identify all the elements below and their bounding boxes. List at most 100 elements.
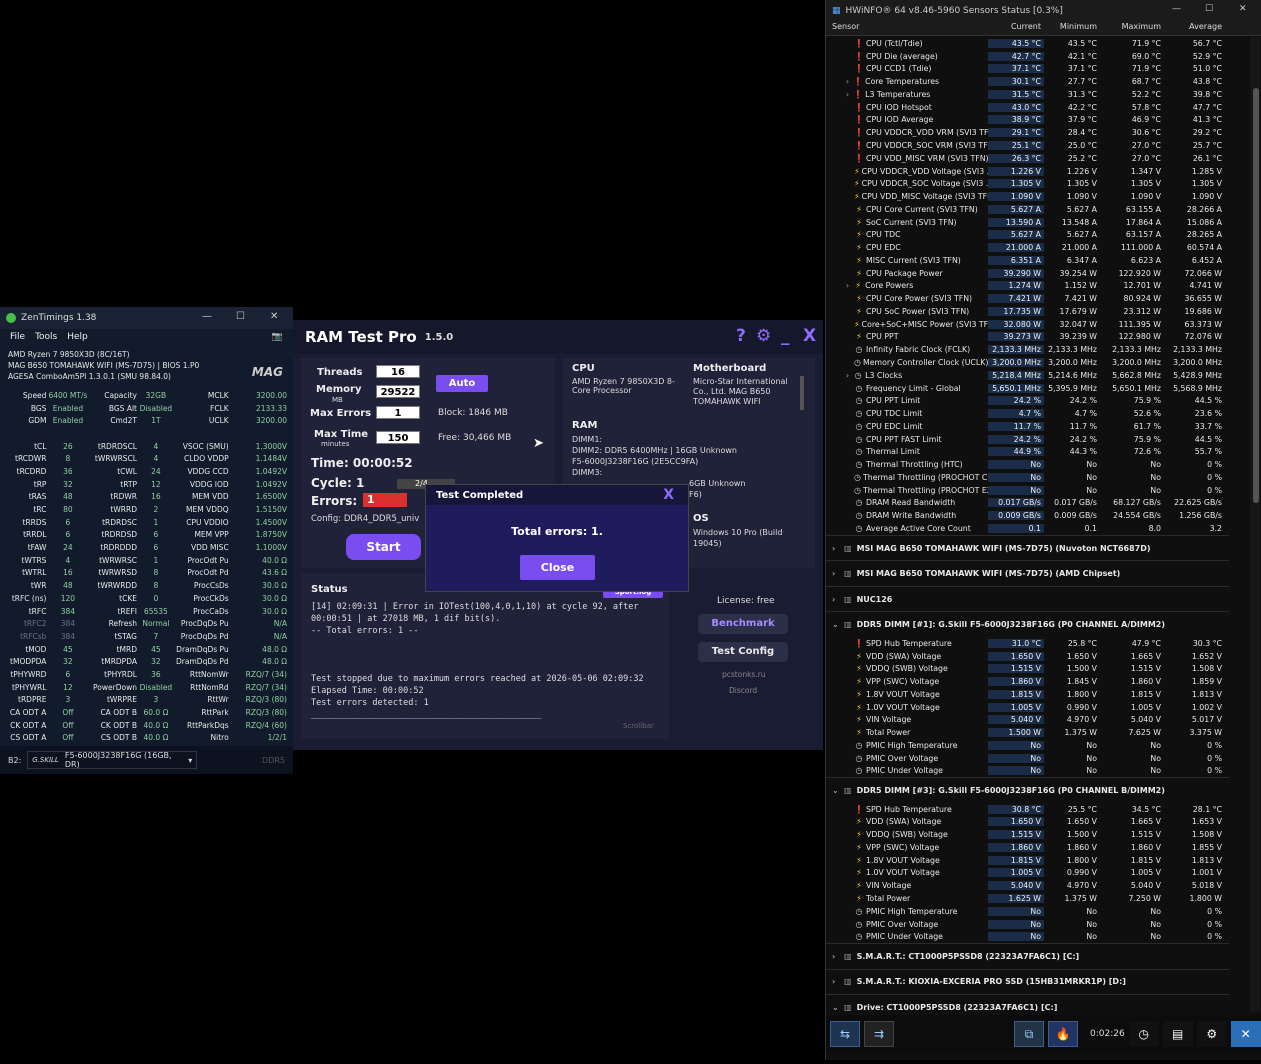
benchmark-button[interactable]: Benchmark (698, 614, 788, 634)
sensor-group[interactable]: › ▥ S.M.A.R.T.: KIOXIA-EXCERIA PRO SSD (15… (826, 968, 1229, 995)
threads-input[interactable]: 16 (376, 365, 420, 378)
col-minimum[interactable]: Minimum (1044, 22, 1100, 35)
sensor-row[interactable]: ◷ DRAM Read Bandwidth 0.017 GB/s 0.017 GB/s… (826, 497, 1229, 510)
sensor-row[interactable]: ⚡ Total Power 1.625 W 1.375 W 7.250 W 1.800 W (826, 892, 1229, 905)
sensor-group[interactable]: › ▥ MSI MAG B650 TOMAHAWK WIFI (MS-7D75) (… (826, 560, 1229, 586)
camera-icon[interactable]: 📷 (272, 332, 283, 342)
col-sensor[interactable]: Sensor (826, 22, 988, 35)
sensor-row[interactable]: ❗ SPD Hub Temperature 31.0 °C 25.8 °C 47.9 °… (826, 637, 1229, 650)
sensor-row[interactable]: › ⚡ Core Powers 1.274 W 1.152 W 12.701 W 4.741… (826, 280, 1229, 293)
sensor-row[interactable]: ⚡ CPU VDDCR_SOC Voltage (SVI3 ... 1.305 V1… (826, 177, 1229, 190)
sensor-row[interactable]: ⚡ VIN Voltage 5.040 V 4.970 V 5.040 V 5.018 V (826, 879, 1229, 892)
sensor-row[interactable]: ⚡ VIN Voltage 5.040 V 4.970 V 5.040 V 5.017 V (826, 713, 1229, 726)
expand-icon[interactable]: › (832, 569, 844, 578)
sensor-row[interactable]: ⚡ MISC Current (SVI3 TFN) 6.351 A 6.347 A 6.… (826, 254, 1229, 267)
start-button[interactable]: Start (346, 534, 421, 560)
sensor-row[interactable]: ❗ CPU VDD_MISC VRM (SVI3 TFN) 26.3 °C 25.2 … (826, 152, 1229, 165)
sensor-row[interactable]: ◷ Thermal Limit 44.9 % 44.3 % 72.6 % 55.7 % (826, 446, 1229, 459)
fire-icon[interactable]: 🔥 (1048, 1021, 1078, 1047)
sensor-row[interactable]: ❗ CPU Die (average) 42.7 °C 42.1 °C 69.0 °C 5… (826, 50, 1229, 63)
exit-icon[interactable]: ✕ (1230, 1021, 1261, 1047)
module-select[interactable]: G.SKILL F5-6000J3238F16G (16GB, DR) ▾ (27, 751, 198, 769)
expand-icon[interactable]: › (846, 90, 849, 99)
sensor-group[interactable]: › ▥ NUC126 (826, 585, 1229, 612)
sensor-row[interactable]: ◷ Thermal Throttling (PROCHOT CPU) No No No 0… (826, 471, 1229, 484)
expand-icon[interactable]: › (846, 77, 849, 86)
sensor-row[interactable]: ◷ PMIC Over Voltage No No No 0 % (826, 918, 1229, 931)
collapse-icon[interactable]: ⌄ (832, 620, 844, 629)
sensor-row[interactable]: ◷ PMIC Under Voltage No No No 0 % (826, 765, 1229, 778)
col-maximum[interactable]: Maximum (1100, 22, 1164, 35)
sensor-row[interactable]: ⚡ 1.0V VOUT Voltage 1.005 V 0.990 V 1.005 V 1… (826, 867, 1229, 880)
minimize-icon[interactable]: — (1172, 4, 1181, 14)
sensor-row[interactable]: ◷ PMIC Under Voltage No No No 0 % (826, 930, 1229, 943)
sensor-row[interactable]: ⚡ VPP (SWC) Voltage 1.860 V 1.845 V 1.860 V 1… (826, 675, 1229, 688)
sensor-row[interactable]: ⚡ CPU PPT 39.273 W 39.239 W 122.980 W 72.076 … (826, 331, 1229, 344)
sensor-row[interactable]: ⚡ CPU VDDCR_VDD Voltage (SVI3 ... 1.226 V1… (826, 165, 1229, 178)
sensor-group[interactable]: › ▥ MSI MAG B650 TOMAHAWK WIFI (MS-7D75) (… (826, 534, 1229, 561)
max-errors-input[interactable]: 1 (376, 406, 420, 419)
sensor-row[interactable]: ⚡ Core+SoC+MISC Power (SVI3 TFN) 32.080 W 3… (826, 318, 1229, 331)
nav-arrows-icon[interactable]: ⇆ (830, 1021, 860, 1047)
sensor-row[interactable]: ◷ CPU TDC Limit 4.7 % 4.7 % 52.6 % 23.6 % (826, 407, 1229, 420)
sensor-row[interactable]: ❗ CPU IOD Average 38.9 °C 37.9 °C 46.9 °C 41.… (826, 114, 1229, 127)
menu-file[interactable]: File (10, 332, 25, 342)
sensor-row[interactable]: ◷ Memory Controller Clock (UCLK) 3,200.0 M… (826, 356, 1229, 369)
expand-icon[interactable]: › (832, 952, 844, 961)
sensor-row[interactable]: ❗ CPU IOD Hotspot 43.0 °C 42.2 °C 57.8 °C 47.… (826, 101, 1229, 114)
expand-icon[interactable]: › (832, 977, 844, 986)
motherboard-scrollbar[interactable] (800, 376, 804, 410)
sensor-row[interactable]: ⚡ CPU TDC 5.627 A 5.627 A 63.157 A 28.265 A (826, 228, 1229, 241)
sensor-row[interactable]: ❗ CPU VDDCR_VDD VRM (SVI3 TFN) 29.1 °C 28.4… (826, 126, 1229, 139)
sensor-row[interactable]: ◷ DRAM Write Bandwidth 0.009 GB/s 0.009 GB/… (826, 509, 1229, 522)
report-icon[interactable]: ▤ (1162, 1021, 1193, 1047)
sensor-row[interactable]: ◷ CPU EDC Limit 11.7 % 11.7 % 61.7 % 33.7 % (826, 420, 1229, 433)
sensor-row[interactable]: ⚡ VDDQ (SWB) Voltage 1.515 V 1.500 V 1.515 V… (826, 828, 1229, 841)
discord-link[interactable]: Discord (729, 686, 757, 695)
sensor-row[interactable]: ◷ PMIC Over Voltage No No No 0 % (826, 752, 1229, 765)
expand-icon[interactable]: › (846, 371, 849, 380)
network-icon[interactable]: ⧉ (1014, 1021, 1044, 1047)
close-button[interactable]: Close (520, 555, 595, 580)
close-icon[interactable]: ✕ (1239, 4, 1247, 14)
sensor-row[interactable]: ⚡ CPU Package Power 39.290 W 39.254 W 122.92… (826, 267, 1229, 280)
col-current[interactable]: Current (988, 22, 1044, 35)
memory-input[interactable]: 29522 (376, 385, 420, 398)
maximize-icon[interactable]: ☐ (1205, 4, 1213, 14)
sensor-row[interactable]: ⚡ Total Power 1.500 W 1.375 W 7.625 W 3.375 W (826, 726, 1229, 739)
max-time-input[interactable]: 150 (376, 431, 420, 444)
sensor-row[interactable]: › ◷ L3 Clocks 5,218.4 MHz 5,214.6 MHz 5,662.8… (826, 369, 1229, 382)
site-link[interactable]: pcstonks.ru (722, 670, 766, 679)
sensor-row[interactable]: ❗ CPU CCD1 (Tdie) 37.1 °C 37.1 °C 71.9 °C 51.… (826, 63, 1229, 76)
sensor-row[interactable]: ❗ CPU VDDCR_SOC VRM (SVI3 TFN) 25.1 °C 25.0… (826, 139, 1229, 152)
sensor-group[interactable]: ⌄ ▥ DDR5 DIMM [#1]: G.Skill F5-6000J3238F1… (826, 611, 1229, 637)
sensor-row[interactable]: ⚡ CPU EDC 21.000 A 21.000 A 111.000 A 60.574 … (826, 241, 1229, 254)
sensor-row[interactable]: ◷ PMIC High Temperature No No No 0 % (826, 905, 1229, 918)
sensor-row[interactable]: ◷ Frequency Limit - Global 5,650.1 MHz 5,39… (826, 382, 1229, 395)
sensor-group[interactable]: › ▥ S.M.A.R.T.: CT1000P5PSSD8 (22323A7FA6C… (826, 943, 1229, 969)
dialog-close-icon[interactable]: X (663, 487, 674, 503)
close-icon[interactable]: X (803, 326, 816, 346)
sensor-row[interactable]: ⚡ VDDQ (SWB) Voltage 1.515 V 1.500 V 1.515 V… (826, 662, 1229, 675)
sensor-row[interactable]: ⚡ 1.8V VOUT Voltage 1.815 V 1.800 V 1.815 V 1… (826, 854, 1229, 867)
sensor-row[interactable]: ❗ SPD Hub Temperature 30.8 °C 25.5 °C 34.5 °… (826, 803, 1229, 816)
sensor-row[interactable]: ⚡ 1.0V VOUT Voltage 1.005 V 0.990 V 1.005 V 1… (826, 701, 1229, 714)
sensor-row[interactable]: ◷ Thermal Throttling (PROCHOT EXT) No No No 0… (826, 484, 1229, 497)
sensor-row[interactable]: ⚡ SoC Current (SVI3 TFN) 13.590 A 13.548 A 1… (826, 216, 1229, 229)
sensor-row[interactable]: ⚡ VDD (SWA) Voltage 1.650 V 1.650 V 1.665 V 1… (826, 816, 1229, 829)
expand-icon[interactable]: › (832, 544, 844, 553)
collapse-icon[interactable]: ⌄ (832, 786, 844, 795)
minimize-icon[interactable]: _ (781, 326, 790, 346)
close-icon[interactable]: ✕ (270, 311, 278, 322)
expand-icon[interactable]: › (846, 281, 849, 290)
sensor-row[interactable]: ⚡ VDD (SWA) Voltage 1.650 V 1.650 V 1.665 V 1… (826, 650, 1229, 663)
sensor-row[interactable]: ◷ Average Active Core Count 0.1 0.1 8.0 3.2 (826, 522, 1229, 535)
sensor-row[interactable]: ⚡ VPP (SWC) Voltage 1.860 V 1.860 V 1.860 V 1… (826, 841, 1229, 854)
sensor-row[interactable]: ⚡ CPU SoC Power (SVI3 TFN) 17.735 W 17.679 … (826, 305, 1229, 318)
expand-icon[interactable]: › (832, 595, 844, 604)
scrollbar-thumb[interactable] (1253, 88, 1259, 503)
sensor-row[interactable]: ◷ Thermal Throttling (HTC) No No No 0 % (826, 458, 1229, 471)
maximize-icon[interactable]: ☐ (236, 311, 245, 322)
auto-button[interactable]: Auto (436, 375, 488, 392)
sensor-row[interactable]: ◷ CPU PPT Limit 24.2 % 24.2 % 75.9 % 44.5 % (826, 394, 1229, 407)
